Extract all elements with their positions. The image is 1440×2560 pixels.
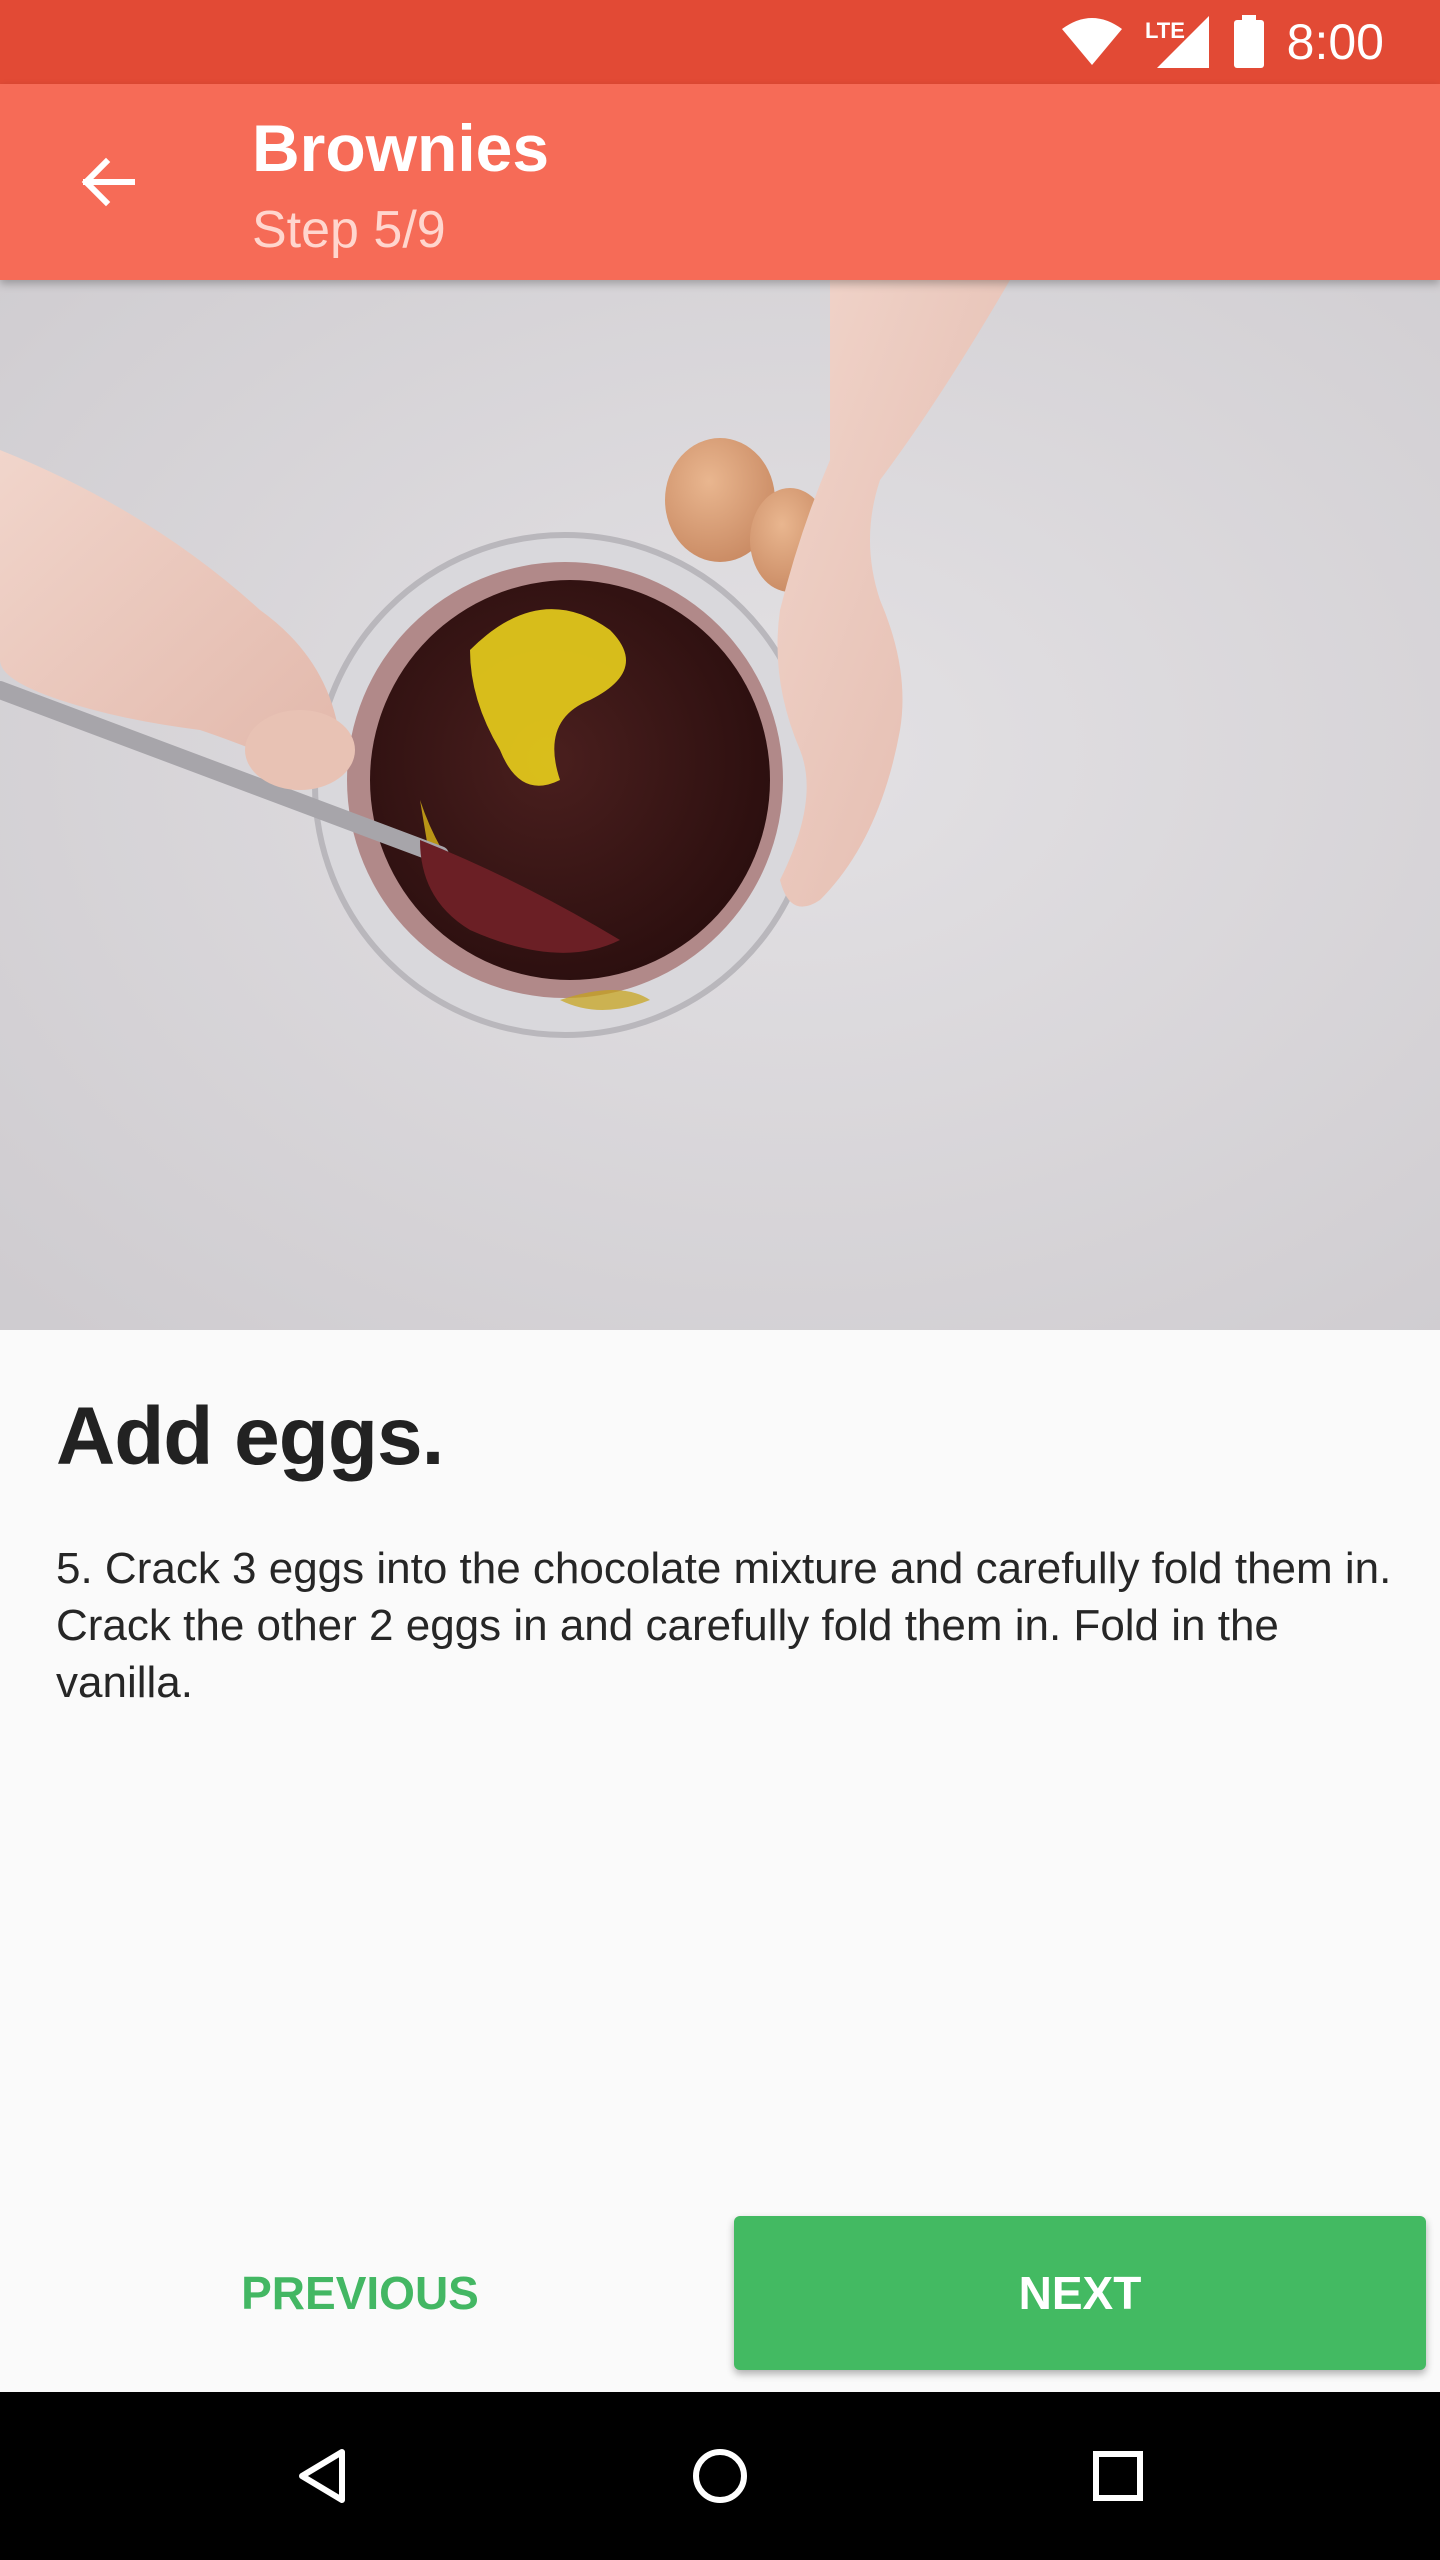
- previous-button[interactable]: PREVIOUS: [40, 2216, 680, 2370]
- status-icons: LTE 8:00: [1061, 0, 1384, 84]
- step-instructions: 5. Crack 3 eggs into the chocolate mixtu…: [56, 1544, 1392, 1707]
- next-button[interactable]: NEXT: [734, 2216, 1426, 2370]
- network-type-label: LTE: [1145, 18, 1185, 43]
- nav-home-button[interactable]: [670, 2426, 770, 2526]
- wifi-icon: [1061, 18, 1122, 65]
- nav-back-button[interactable]: [272, 2426, 372, 2526]
- status-bar: LTE 8:00: [0, 0, 1440, 84]
- recents-square-icon: [1093, 2451, 1143, 2501]
- step-counter: Step 5/9: [252, 201, 446, 259]
- step-image: [0, 280, 1440, 1330]
- home-circle-icon: [693, 2449, 747, 2503]
- recipe-title: Brownies: [252, 111, 550, 185]
- step-heading: Add eggs.: [56, 1391, 444, 1482]
- system-nav-bar: [0, 2392, 1440, 2560]
- back-button[interactable]: [48, 122, 168, 242]
- battery-icon: [1233, 15, 1264, 68]
- app-bar: Brownies Step 5/9: [0, 84, 1440, 280]
- arrow-back-icon: [81, 157, 135, 207]
- back-triangle-icon: [299, 2449, 345, 2503]
- nav-recents-button[interactable]: [1068, 2426, 1168, 2526]
- status-time: 8:00: [1286, 14, 1384, 70]
- cell-signal-icon: LTE: [1145, 16, 1209, 68]
